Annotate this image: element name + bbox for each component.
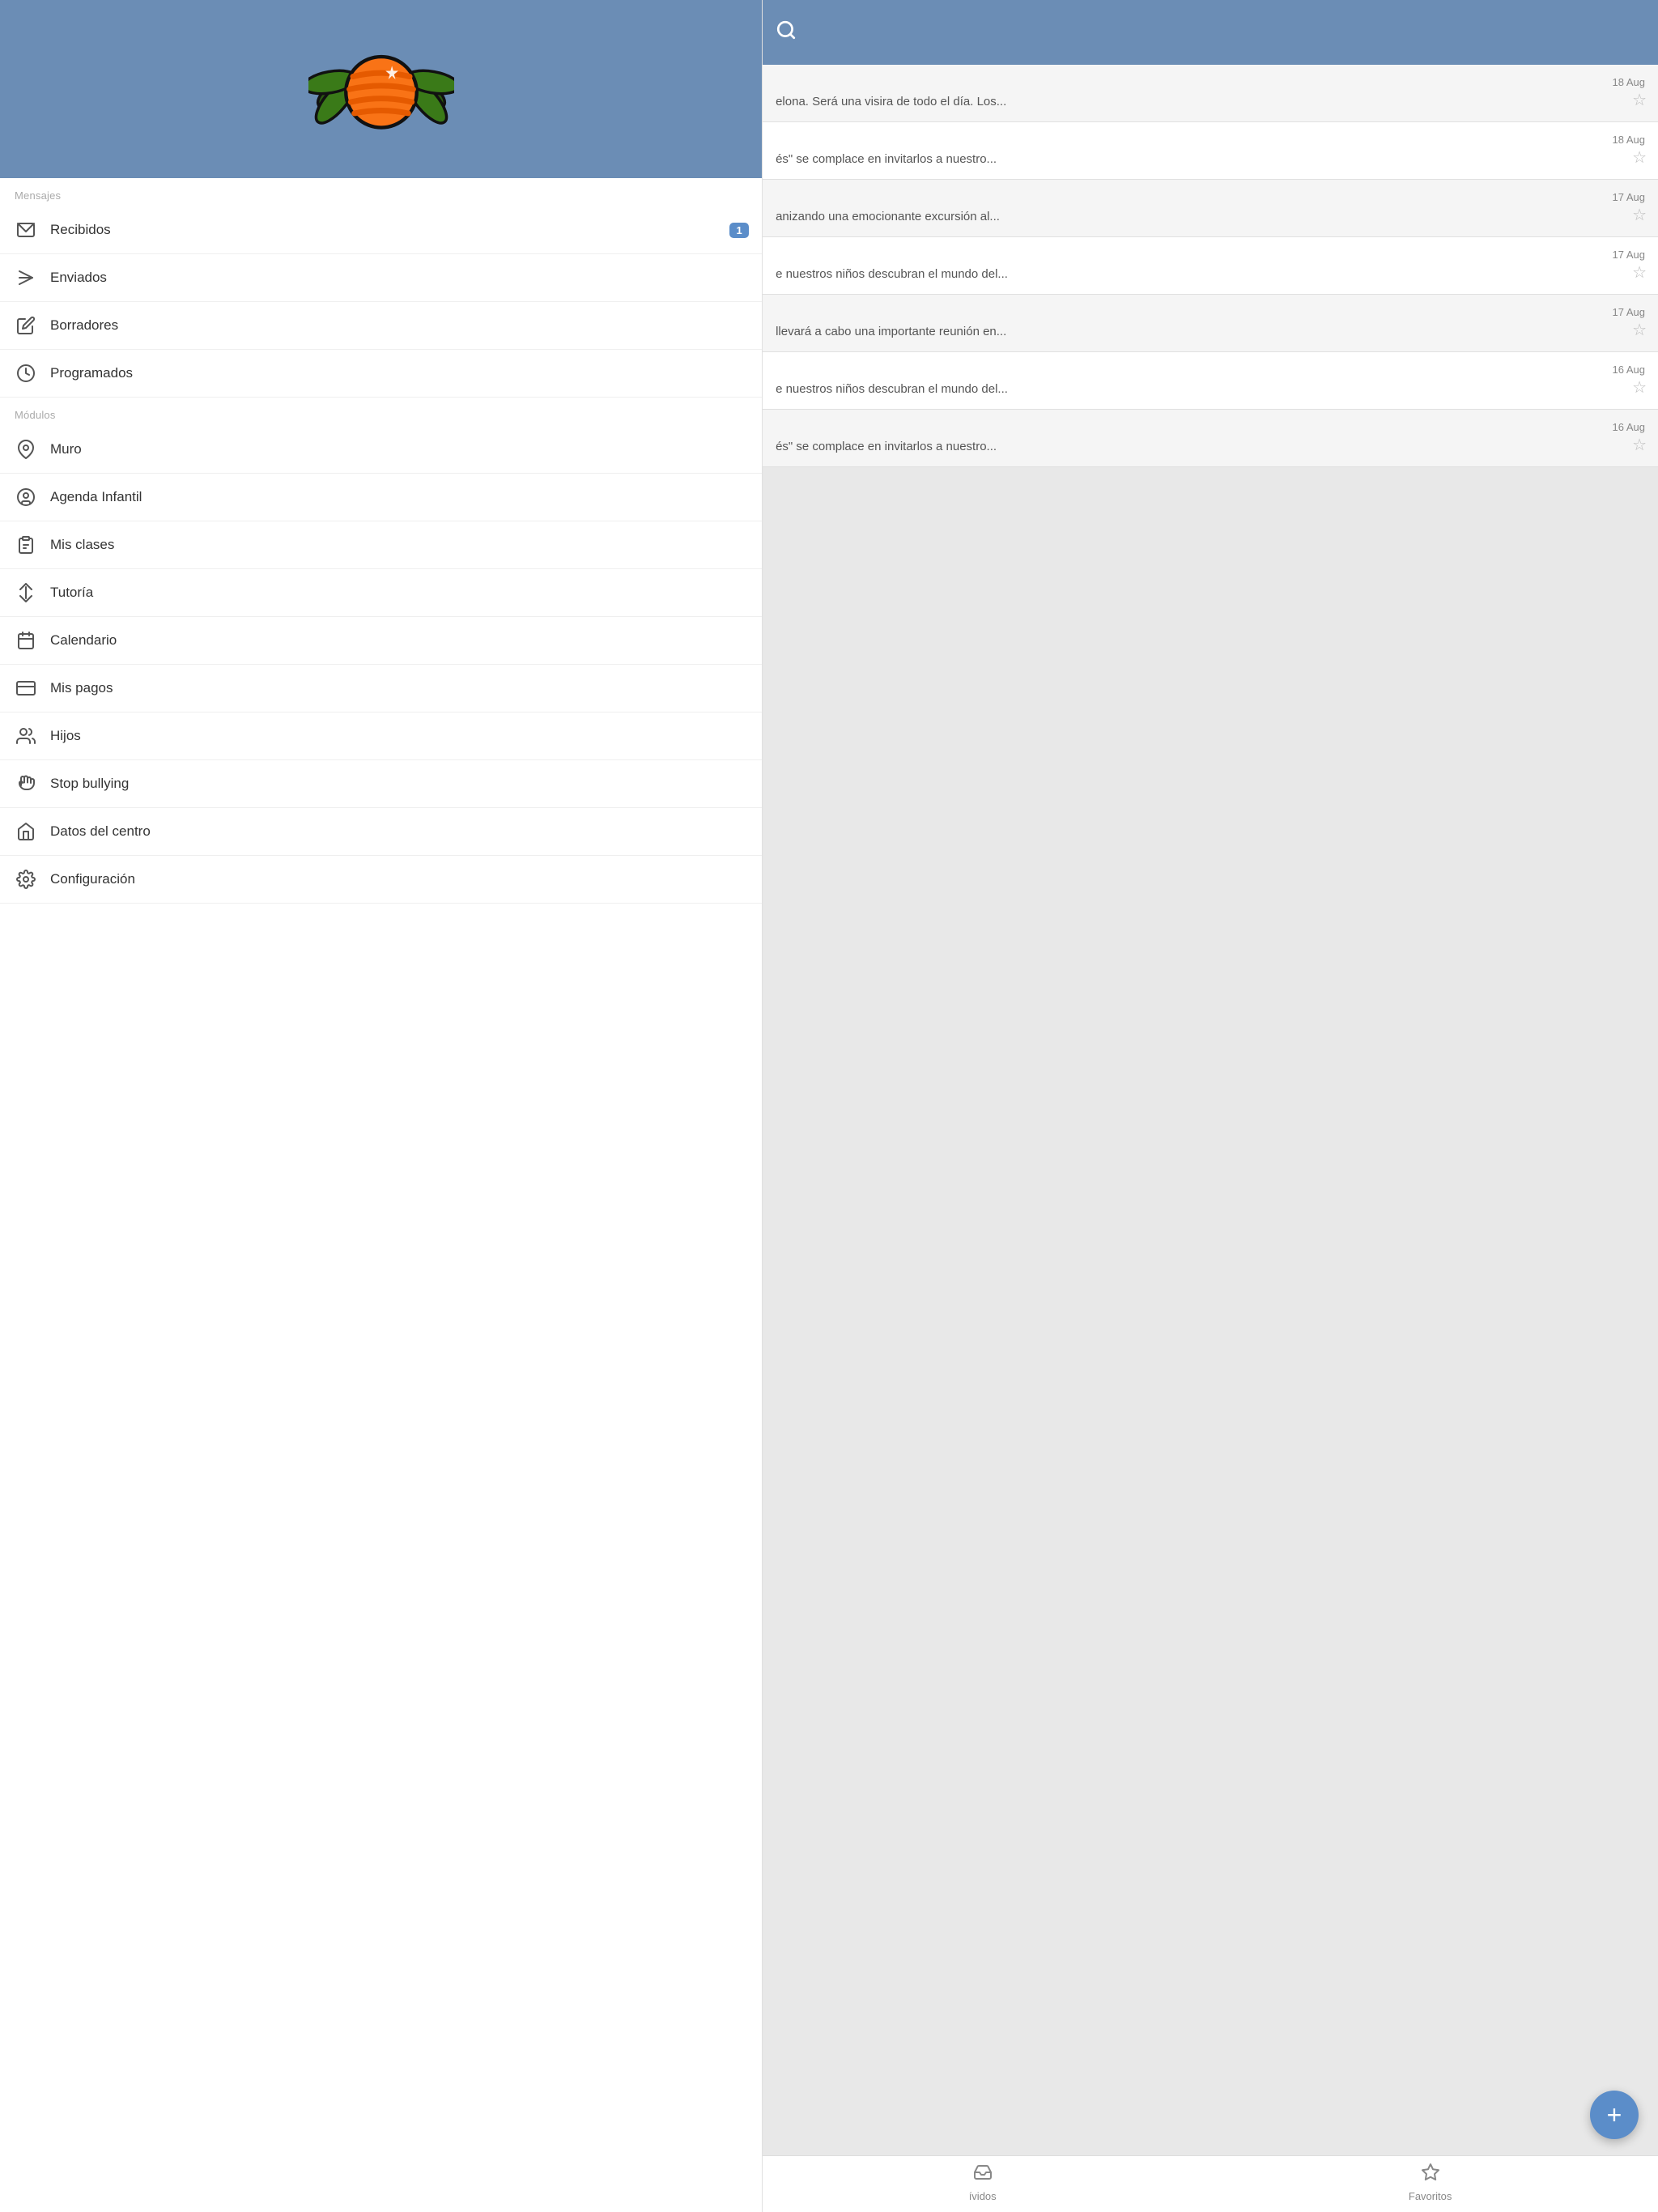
tab-recibidos[interactable]: ívidos: [969, 2163, 997, 2202]
mis-clases-label: Mis clases: [50, 537, 114, 553]
main-header: [763, 0, 1658, 65]
message-item[interactable]: 17 Aug anizando una emocionante excursió…: [763, 180, 1658, 237]
sidebar-item-muro[interactable]: Muro: [0, 426, 762, 474]
datos-centro-label: Datos del centro: [50, 823, 151, 840]
borradores-label: Borradores: [50, 317, 118, 334]
inbox-tab-icon: [973, 2163, 993, 2187]
tab-recibidos-label: ívidos: [969, 2190, 997, 2202]
calendar-icon: [15, 629, 37, 652]
sidebar: Mensajes Recibidos 1 Enviados Borradores…: [0, 0, 763, 2212]
star-icon[interactable]: ☆: [1632, 262, 1647, 283]
message-date: 16 Aug: [776, 421, 1645, 433]
users-icon: [15, 725, 37, 747]
recibidos-badge: 1: [729, 223, 749, 238]
settings-icon: [15, 868, 37, 891]
star-icon[interactable]: ☆: [1632, 147, 1647, 168]
edit-icon: [15, 314, 37, 337]
star-icon[interactable]: ☆: [1632, 377, 1647, 398]
message-date: 17 Aug: [776, 306, 1645, 318]
tab-favoritos-label: Favoritos: [1409, 2190, 1452, 2202]
search-icon[interactable]: [776, 19, 797, 45]
message-item[interactable]: 16 Aug e nuestros niños descubran el mun…: [763, 352, 1658, 410]
sidebar-item-programados[interactable]: Programados: [0, 350, 762, 398]
star-icon[interactable]: ☆: [1632, 320, 1647, 340]
section-messages-label: Mensajes: [0, 178, 762, 206]
message-preview: llevará a cabo una importante reunión en…: [776, 323, 1645, 340]
arrows-icon: [15, 581, 37, 604]
message-date: 17 Aug: [776, 191, 1645, 203]
app-logo: [308, 34, 454, 147]
home-icon: [15, 820, 37, 843]
programados-label: Programados: [50, 365, 133, 381]
configuracion-label: Configuración: [50, 871, 135, 887]
message-item[interactable]: 18 Aug és" se complace en invitarlos a n…: [763, 122, 1658, 180]
message-item[interactable]: 17 Aug e nuestros niños descubran el mun…: [763, 237, 1658, 295]
tutoria-label: Tutoría: [50, 585, 93, 601]
clock-icon: [15, 362, 37, 385]
message-preview: és" se complace en invitarlos a nuestro.…: [776, 151, 1645, 168]
send-icon: [15, 266, 37, 289]
message-preview: anizando una emocionante excursión al...: [776, 208, 1645, 225]
sidebar-item-enviados[interactable]: Enviados: [0, 254, 762, 302]
message-preview: e nuestros niños descubran el mundo del.…: [776, 266, 1645, 283]
clipboard-icon: [15, 534, 37, 556]
calendario-label: Calendario: [50, 632, 117, 649]
sidebar-item-calendario[interactable]: Calendario: [0, 617, 762, 665]
star-icon[interactable]: ☆: [1632, 205, 1647, 225]
section-modules-label: Módulos: [0, 398, 762, 426]
star-tab-icon: [1421, 2163, 1440, 2187]
sidebar-item-mis-pagos[interactable]: Mis pagos: [0, 665, 762, 713]
mis-pagos-label: Mis pagos: [50, 680, 113, 696]
message-item[interactable]: 17 Aug llevará a cabo una importante reu…: [763, 295, 1658, 352]
message-date: 17 Aug: [776, 249, 1645, 261]
hand-icon: [15, 772, 37, 795]
star-icon[interactable]: ☆: [1632, 435, 1647, 455]
bottom-tab-bar: ívidos Favoritos: [763, 2155, 1658, 2212]
credit-card-icon: [15, 677, 37, 700]
main-panel: 18 Aug elona. Será una visira de todo el…: [763, 0, 1658, 2212]
sidebar-item-borradores[interactable]: Borradores: [0, 302, 762, 350]
message-date: 18 Aug: [776, 76, 1645, 88]
message-preview: elona. Será una visira de todo el día. L…: [776, 93, 1645, 110]
messages-list: 18 Aug elona. Será una visira de todo el…: [763, 65, 1658, 2155]
recibidos-label: Recibidos: [50, 222, 111, 238]
hijos-label: Hijos: [50, 728, 81, 744]
user-circle-icon: [15, 486, 37, 508]
map-pin-icon: [15, 438, 37, 461]
logo-area: [0, 0, 762, 178]
sidebar-item-tutoria[interactable]: Tutoría: [0, 569, 762, 617]
sidebar-item-datos-centro[interactable]: Datos del centro: [0, 808, 762, 856]
star-icon[interactable]: ☆: [1632, 90, 1647, 110]
sidebar-item-recibidos[interactable]: Recibidos 1: [0, 206, 762, 254]
sidebar-item-mis-clases[interactable]: Mis clases: [0, 521, 762, 569]
agenda-infantil-label: Agenda Infantil: [50, 489, 142, 505]
compose-fab[interactable]: +: [1590, 2091, 1639, 2139]
sidebar-item-configuracion[interactable]: Configuración: [0, 856, 762, 904]
tab-favoritos[interactable]: Favoritos: [1409, 2163, 1452, 2202]
mail-icon: [15, 219, 37, 241]
message-preview: és" se complace en invitarlos a nuestro.…: [776, 438, 1645, 455]
enviados-label: Enviados: [50, 270, 107, 286]
muro-label: Muro: [50, 441, 82, 457]
sidebar-item-hijos[interactable]: Hijos: [0, 713, 762, 760]
message-item[interactable]: 18 Aug elona. Será una visira de todo el…: [763, 65, 1658, 122]
stop-bullying-label: Stop bullying: [50, 776, 129, 792]
sidebar-item-agenda-infantil[interactable]: Agenda Infantil: [0, 474, 762, 521]
message-preview: e nuestros niños descubran el mundo del.…: [776, 381, 1645, 398]
sidebar-item-stop-bullying[interactable]: Stop bullying: [0, 760, 762, 808]
message-date: 18 Aug: [776, 134, 1645, 146]
message-date: 16 Aug: [776, 364, 1645, 376]
message-item[interactable]: 16 Aug és" se complace en invitarlos a n…: [763, 410, 1658, 467]
